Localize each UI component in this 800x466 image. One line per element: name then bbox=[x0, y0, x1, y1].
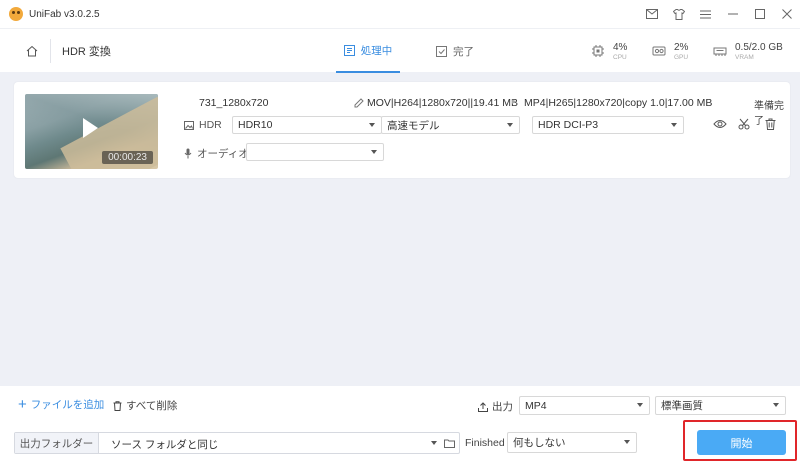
export-icon bbox=[478, 401, 488, 412]
header-bar: HDR 変換 処理中 完了 4% CPU 2% GPU 0.5/2.0 GB V… bbox=[0, 28, 800, 73]
quality-select[interactable]: 標準画質 bbox=[655, 396, 786, 415]
close-icon[interactable] bbox=[773, 0, 800, 28]
trash-icon[interactable] bbox=[761, 115, 779, 133]
quality-value: 標準画質 bbox=[661, 400, 703, 412]
play-icon[interactable] bbox=[83, 118, 98, 138]
vram-value: 0.5/2.0 GB bbox=[735, 41, 783, 53]
memory-icon bbox=[713, 47, 727, 56]
target-info: MP4|H265|1280x720|copy 1.0|17.00 MB bbox=[524, 97, 713, 109]
preview-eye-icon[interactable] bbox=[711, 115, 729, 133]
delete-all-label: すべて削除 bbox=[126, 400, 178, 412]
hdr-label: HDR bbox=[199, 119, 222, 131]
completed-check-icon bbox=[436, 45, 447, 57]
audio-select[interactable] bbox=[246, 143, 384, 161]
output-label: 出力 bbox=[478, 399, 513, 414]
chevron-down-icon[interactable] bbox=[431, 441, 437, 445]
source-info-text: MOV|H264|1280x720||19.41 MB bbox=[367, 97, 518, 109]
audio-label: オーディオ bbox=[197, 148, 249, 160]
trash-icon bbox=[113, 400, 122, 411]
color-space-value: HDR DCI-P3 bbox=[538, 119, 599, 131]
processing-list-icon bbox=[343, 44, 355, 56]
finished-label: Finished bbox=[465, 437, 505, 449]
tab-completed[interactable]: 完了 bbox=[430, 29, 480, 73]
gpu-icon bbox=[652, 46, 666, 56]
output-label-text: 出力 bbox=[492, 401, 513, 413]
tab-completed-label: 完了 bbox=[453, 45, 474, 58]
hdr-format-value: HDR10 bbox=[238, 119, 273, 131]
add-file-button[interactable]: + ファイルを追加 bbox=[18, 397, 104, 412]
tab-processing-label: 処理中 bbox=[360, 44, 393, 57]
chevron-down-icon bbox=[369, 123, 375, 127]
output-folder-label: 出力フォルダー bbox=[15, 433, 99, 453]
finished-action-value: 何もしない bbox=[513, 437, 566, 449]
vram-stat: 0.5/2.0 GB VRAM bbox=[713, 35, 783, 67]
tab-processing[interactable]: 処理中 bbox=[336, 29, 400, 73]
hdr-format-select[interactable]: HDR10 bbox=[232, 116, 382, 134]
chevron-down-icon bbox=[624, 440, 630, 444]
finished-action-select[interactable]: 何もしない bbox=[507, 432, 637, 453]
speed-mode-select[interactable]: 高速モデル bbox=[381, 116, 520, 134]
chevron-down-icon bbox=[773, 403, 779, 407]
add-file-label: ファイルを追加 bbox=[30, 399, 105, 411]
source-info: MOV|H264|1280x720||19.41 MB bbox=[354, 97, 518, 109]
title-bar: UniFab v3.0.2.5 bbox=[0, 0, 800, 28]
header-divider bbox=[50, 39, 51, 63]
file-item-card[interactable]: 00:00:23 731_1280x720 MOV|H264|1280x720|… bbox=[14, 82, 790, 178]
gpu-stat: 2% GPU bbox=[652, 35, 688, 67]
cpu-icon bbox=[592, 45, 604, 57]
mail-icon[interactable] bbox=[638, 0, 665, 28]
arrow-right-icon: ▸ bbox=[512, 96, 517, 106]
shirt-icon[interactable] bbox=[665, 0, 692, 28]
scissors-icon[interactable] bbox=[735, 115, 753, 133]
unifab-logo-icon bbox=[9, 7, 23, 21]
chevron-down-icon bbox=[671, 123, 677, 127]
bottom-panel: + ファイルを追加 すべて削除 出力 MP4 標準画質 出力フォルダー ソース … bbox=[0, 386, 800, 466]
output-folder-value: ソース フォルダと同じ bbox=[111, 439, 219, 451]
page-title: HDR 変換 bbox=[62, 46, 111, 58]
maximize-icon[interactable] bbox=[746, 0, 773, 28]
output-folder-field[interactable]: 出力フォルダー ソース フォルダと同じ bbox=[14, 432, 460, 454]
vram-label: VRAM bbox=[735, 53, 754, 61]
start-button[interactable]: 開始 bbox=[697, 430, 786, 455]
gpu-label: GPU bbox=[674, 53, 689, 61]
image-icon bbox=[184, 120, 194, 130]
video-thumbnail[interactable]: 00:00:23 bbox=[25, 94, 158, 169]
chevron-down-icon bbox=[637, 403, 643, 407]
video-duration: 00:00:23 bbox=[102, 151, 153, 164]
cpu-label: CPU bbox=[613, 53, 627, 61]
cpu-stat: 4% CPU bbox=[591, 35, 627, 67]
file-name: 731_1280x720 bbox=[199, 97, 269, 109]
color-space-select[interactable]: HDR DCI-P3 bbox=[532, 116, 684, 134]
folder-icon[interactable] bbox=[442, 436, 456, 450]
plus-icon: + bbox=[18, 395, 27, 413]
delete-all-button[interactable]: すべて削除 bbox=[113, 398, 177, 413]
chevron-down-icon bbox=[371, 150, 377, 154]
home-icon[interactable] bbox=[22, 41, 42, 61]
speed-mode-value: 高速モデル bbox=[387, 119, 440, 132]
app-title: UniFab v3.0.2.5 bbox=[29, 8, 100, 20]
gpu-value: 2% bbox=[674, 41, 689, 53]
chevron-down-icon bbox=[507, 123, 513, 127]
hdr-row-label: HDR bbox=[184, 119, 222, 131]
audio-row-label: オーディオ bbox=[184, 146, 249, 161]
microphone-icon bbox=[184, 148, 192, 159]
output-format-select[interactable]: MP4 bbox=[519, 396, 650, 415]
cpu-value: 4% bbox=[613, 41, 628, 53]
window-controls bbox=[638, 0, 800, 28]
menu-icon[interactable] bbox=[692, 0, 719, 28]
minimize-icon[interactable] bbox=[719, 0, 746, 28]
edit-icon[interactable] bbox=[354, 98, 364, 108]
output-format-value: MP4 bbox=[525, 399, 547, 412]
